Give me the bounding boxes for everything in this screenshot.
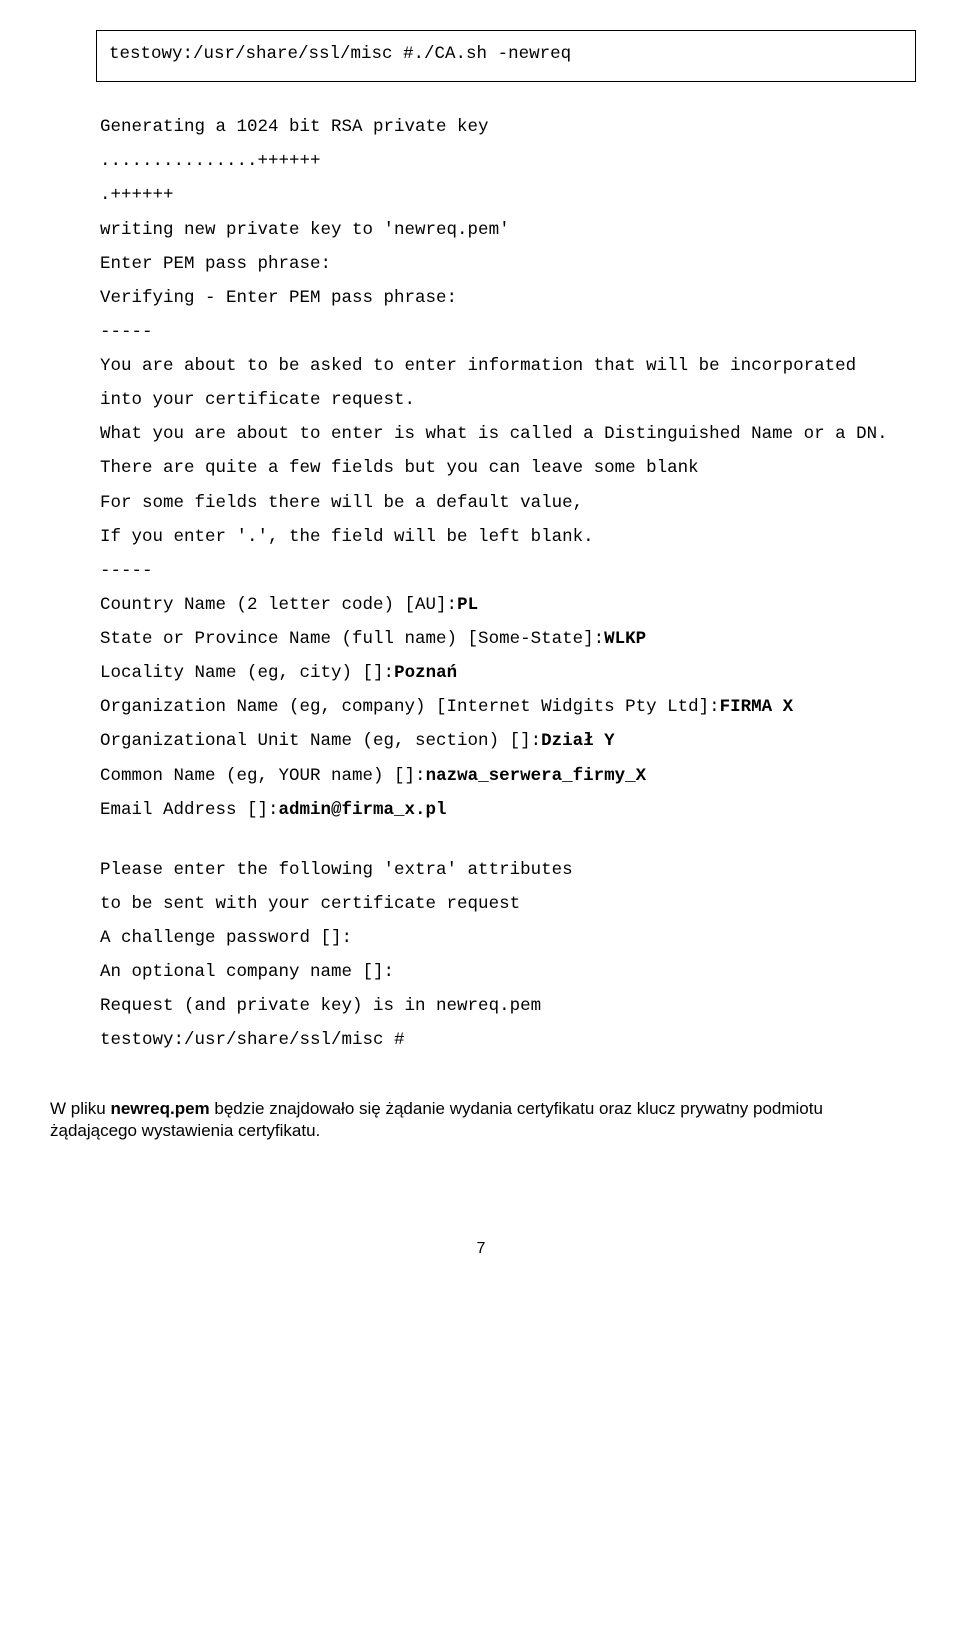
out-line: ----- <box>100 561 153 581</box>
out-line: If you enter '.', the field will be left… <box>100 527 594 547</box>
out-line: There are quite a few fields but you can… <box>100 458 699 478</box>
para-text: W pliku <box>50 1099 110 1118</box>
out-line: Request (and private key) is in newreq.p… <box>100 996 541 1016</box>
out-line: to be sent with your certificate request <box>100 894 520 914</box>
out-line: A challenge password []: <box>100 928 352 948</box>
command-box: testowy:/usr/share/ssl/misc #./CA.sh -ne… <box>96 30 916 82</box>
out-answer: admin@firma_x.pl <box>279 800 447 820</box>
spacer <box>100 827 912 853</box>
out-prompt: Locality Name (eg, city) []: <box>100 663 394 683</box>
out-line: testowy:/usr/share/ssl/misc # <box>100 1030 405 1050</box>
out-prompt: Email Address []: <box>100 800 279 820</box>
out-line: into your certificate request. <box>100 390 415 410</box>
terminal-output: Generating a 1024 bit RSA private key ..… <box>100 110 912 827</box>
out-prompt: Country Name (2 letter code) [AU]: <box>100 595 457 615</box>
out-prompt: Organization Name (eg, company) [Interne… <box>100 697 720 717</box>
out-line: Verifying - Enter PEM pass phrase: <box>100 288 457 308</box>
out-prompt: Organizational Unit Name (eg, section) [… <box>100 731 541 751</box>
out-answer: PL <box>457 595 478 615</box>
out-line: For some fields there will be a default … <box>100 493 583 513</box>
out-answer: Dział Y <box>541 731 615 751</box>
out-line: ...............++++++ <box>100 151 321 171</box>
out-line: ----- <box>100 322 153 342</box>
out-answer: nazwa_serwera_firmy_X <box>426 766 647 786</box>
out-line: Enter PEM pass phrase: <box>100 254 331 274</box>
out-line: .++++++ <box>100 185 174 205</box>
command-text: testowy:/usr/share/ssl/misc #./CA.sh -ne… <box>109 44 571 64</box>
page-number: 7 <box>50 1233 912 1264</box>
document-page: testowy:/usr/share/ssl/misc #./CA.sh -ne… <box>0 0 960 1295</box>
out-line: writing new private key to 'newreq.pem' <box>100 220 510 240</box>
out-line: What you are about to enter is what is c… <box>100 424 888 444</box>
para-filename: newreq.pem <box>110 1099 209 1118</box>
out-answer: Poznań <box>394 663 457 683</box>
out-line: You are about to be asked to enter infor… <box>100 356 856 376</box>
out-line: Generating a 1024 bit RSA private key <box>100 117 489 137</box>
out-line: Please enter the following 'extra' attri… <box>100 860 573 880</box>
out-prompt: State or Province Name (full name) [Some… <box>100 629 604 649</box>
out-answer: WLKP <box>604 629 646 649</box>
out-line: An optional company name []: <box>100 962 394 982</box>
out-prompt: Common Name (eg, YOUR name) []: <box>100 766 426 786</box>
out-answer: FIRMA X <box>720 697 794 717</box>
description-paragraph: W pliku newreq.pem będzie znajdowało się… <box>50 1098 912 1144</box>
terminal-output-extra: Please enter the following 'extra' attri… <box>100 853 912 1058</box>
